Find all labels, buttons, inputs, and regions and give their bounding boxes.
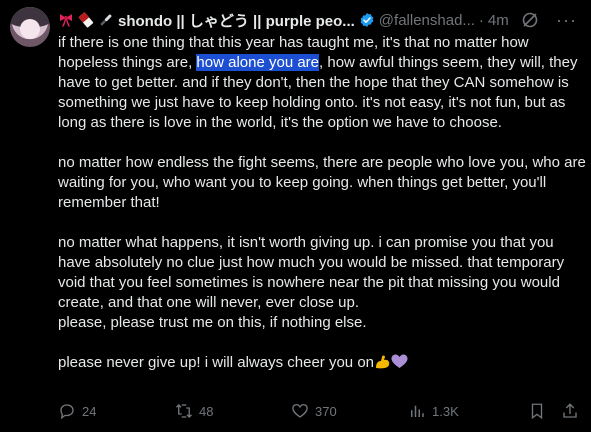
tweet-header: shondo || しゃどう || purple peo... @fallens… (58, 10, 583, 30)
selected-text: how alone you are (196, 54, 320, 71)
reply-count: 24 (82, 403, 97, 419)
repost-icon (176, 404, 192, 418)
avatar[interactable] (10, 7, 50, 47)
paragraph-2: no matter how endless the fight seems, t… (58, 154, 586, 211)
verified-badge-icon[interactable] (359, 12, 375, 28)
views-icon (411, 405, 424, 417)
chocolate-icon (78, 12, 94, 28)
like-icon (292, 403, 308, 418)
purple-heart-icon (391, 354, 408, 369)
views-button[interactable]: 1.3K (408, 402, 459, 420)
handle[interactable]: @fallenshad... (379, 12, 475, 29)
like-count: 370 (315, 403, 337, 419)
p4-text: please never give up! i will always chee… (58, 354, 375, 371)
more-icon[interactable]: ··· (556, 10, 577, 31)
paragraph-4: please never give up! i will always chee… (58, 353, 586, 373)
paragraph-3: no matter what happens, it isn't worth g… (58, 234, 565, 311)
knife-icon (98, 12, 114, 28)
ribbon-icon (58, 12, 74, 28)
reply-button[interactable]: 24 (58, 402, 96, 420)
timestamp[interactable]: 4m (488, 12, 509, 29)
separator-dot: · (478, 11, 484, 29)
paragraph-3b: please, please trust me on this, if noth… (58, 314, 367, 331)
grok-icon[interactable] (521, 11, 539, 29)
action-bar: 24 48 370 1.3K (58, 402, 583, 424)
avatar-face (20, 19, 40, 39)
bookmark-button[interactable] (528, 402, 546, 420)
paragraph-1: if there is one thing that this year has… (58, 33, 586, 133)
reply-icon (60, 404, 74, 420)
display-name[interactable]: shondo || しゃどう || purple peo... (118, 10, 355, 31)
tweet-text: if there is one thing that this year has… (58, 33, 586, 393)
share-button[interactable] (561, 402, 579, 420)
flexed-biceps-icon (374, 354, 391, 369)
views-count: 1.3K (432, 403, 459, 419)
like-button[interactable]: 370 (291, 402, 337, 420)
repost-count: 48 (199, 403, 214, 419)
repost-button[interactable]: 48 (175, 402, 213, 420)
bookmark-icon (531, 403, 543, 420)
share-icon (563, 403, 577, 418)
